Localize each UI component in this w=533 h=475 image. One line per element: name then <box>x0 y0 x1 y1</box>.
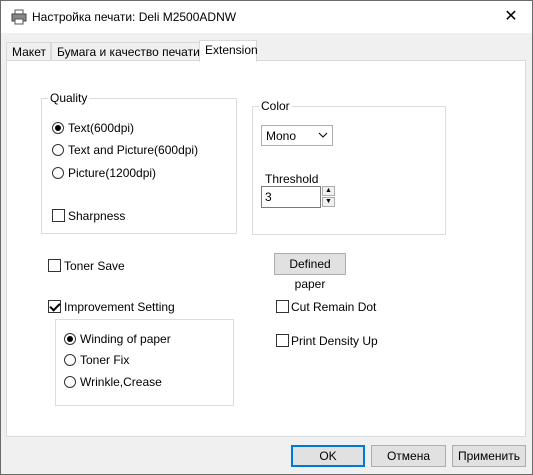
improvement-setting-checkbox[interactable] <box>48 300 61 313</box>
threshold-up-button[interactable]: ▲ <box>322 186 335 196</box>
print-settings-dialog: Настройка печати: Deli M2500ADNW ✕ Макет… <box>0 0 533 475</box>
radio-text-600dpi-label: Text(600dpi) <box>68 121 135 135</box>
cancel-button[interactable]: Отмена <box>371 445 446 467</box>
radio-winding-of-paper-label: Winding of paper <box>80 332 171 346</box>
sharpness-label: Sharpness <box>68 209 126 223</box>
radio-toner-fix-label: Toner Fix <box>80 353 130 367</box>
tab-extension[interactable]: Extension <box>199 40 258 62</box>
threshold-down-button[interactable]: ▼ <box>322 197 335 207</box>
sharpness-checkbox[interactable] <box>52 209 65 222</box>
ok-button[interactable]: OK <box>291 445 365 467</box>
radio-wrinkle-crease-label: Wrinkle,Crease <box>80 375 162 389</box>
print-density-up-checkbox[interactable] <box>276 334 289 347</box>
radio-picture-1200dpi-label: Picture(1200dpi) <box>68 166 157 180</box>
radio-toner-fix[interactable] <box>64 354 76 366</box>
radio-text-picture-600dpi[interactable] <box>52 144 64 156</box>
toner-save-checkbox[interactable] <box>48 259 61 272</box>
printer-icon <box>11 9 27 25</box>
radio-winding-of-paper[interactable] <box>64 333 76 345</box>
color-mode-select[interactable]: Mono <box>261 125 333 146</box>
radio-text-600dpi[interactable] <box>52 122 64 134</box>
quality-group: Quality Text(600dpi) Text and Picture(60… <box>41 91 237 234</box>
title-bar: Настройка печати: Deli M2500ADNW ✕ <box>1 1 532 33</box>
close-button[interactable]: ✕ <box>500 6 522 28</box>
chevron-down-icon <box>318 132 328 138</box>
color-group-title: Color <box>259 99 292 113</box>
quality-group-title: Quality <box>48 91 90 105</box>
color-mode-value: Mono <box>266 129 297 143</box>
extension-panel: Quality Text(600dpi) Text and Picture(60… <box>6 60 526 437</box>
color-group: Color Mono Threshold 3 ▲ ▼ <box>252 99 446 235</box>
radio-wrinkle-crease[interactable] <box>64 376 76 388</box>
improvement-options-group: Winding of paper Toner Fix Wrinkle,Creas… <box>55 319 234 406</box>
print-density-up-label: Print Density Up <box>291 334 378 348</box>
threshold-input[interactable]: 3 <box>261 186 321 208</box>
cut-remain-dot-checkbox[interactable] <box>276 300 289 313</box>
improvement-setting-label: Improvement Setting <box>64 300 175 314</box>
window-title: Настройка печати: Deli M2500ADNW <box>32 10 237 24</box>
radio-picture-1200dpi[interactable] <box>52 167 64 179</box>
toner-save-label: Toner Save <box>64 259 125 273</box>
apply-button[interactable]: Применить <box>452 445 526 467</box>
cut-remain-dot-label: Cut Remain Dot <box>291 300 377 314</box>
tab-paper-quality[interactable]: Бумага и качество печати <box>51 42 200 60</box>
tab-layout[interactable]: Макет <box>6 42 51 60</box>
threshold-label: Threshold <box>265 172 319 186</box>
threshold-value: 3 <box>265 190 272 204</box>
defined-paper-button[interactable]: Defined paper <box>274 253 346 291</box>
radio-text-picture-600dpi-label: Text and Picture(600dpi) <box>68 143 199 157</box>
